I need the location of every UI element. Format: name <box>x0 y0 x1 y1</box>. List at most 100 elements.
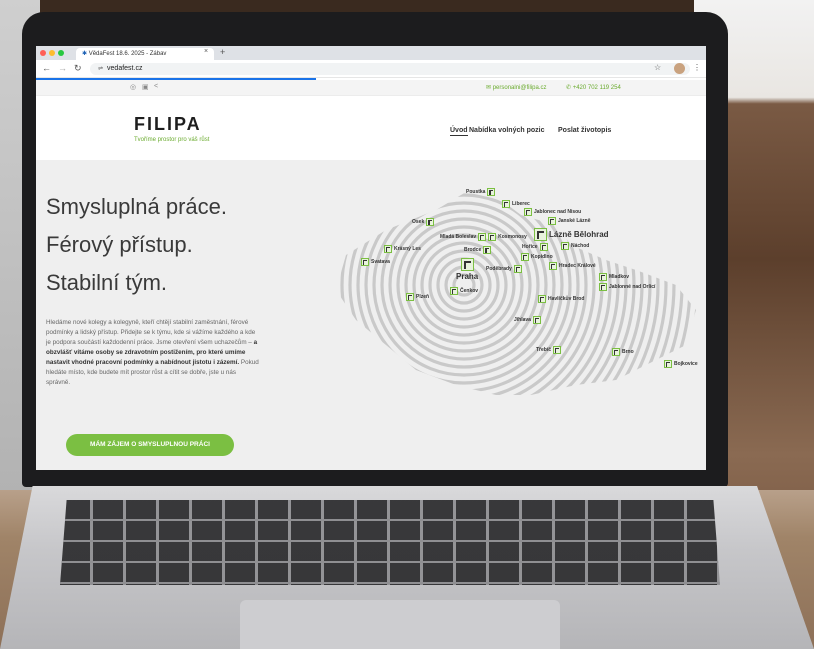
filipa-marker-icon <box>538 295 546 303</box>
map-city[interactable]: Mladá Boleslav Kosmonosy <box>440 233 527 241</box>
city-label: Mladá Boleslav <box>440 234 477 240</box>
map-city[interactable]: Náchod <box>561 242 589 250</box>
hero-section: Smysluplná práce. Férový přístup. Stabil… <box>36 160 706 470</box>
site-info-icon[interactable]: ⇌ <box>98 66 103 72</box>
map-city[interactable]: Hradec Králové <box>549 262 596 270</box>
map-city[interactable]: Jablonné nad Orlicí <box>599 283 655 291</box>
city-label: Liberec <box>512 201 530 207</box>
hero-headline-2: Férový přístup. <box>46 232 193 257</box>
city-label: Praha <box>456 272 479 281</box>
filipa-marker-icon <box>483 246 492 254</box>
browser-toolbar: ← → ↻ ⇌ vedafest.cz ☆ ⋮ <box>36 60 706 78</box>
city-label: Osek <box>412 219 425 225</box>
filipa-marker-icon <box>502 200 510 208</box>
filipa-marker-icon <box>361 258 369 266</box>
city-label: Jablonné nad Orlicí <box>609 284 656 290</box>
hero-headline-3: Stabilní tým. <box>46 270 168 295</box>
cta-button[interactable]: MÁM ZÁJEM O SMYSLUPLNOU PRÁCI <box>66 434 234 456</box>
laptop-keyboard-rows <box>60 500 720 585</box>
map-city[interactable]: Bojkovice <box>664 360 698 368</box>
hero-headline-1: Smysluplná práce. <box>46 194 227 219</box>
filipa-marker-icon <box>384 245 392 253</box>
map-city[interactable]: Osek <box>412 218 435 226</box>
map-city[interactable]: Mladkov <box>599 273 629 281</box>
forward-icon[interactable]: → <box>58 63 67 73</box>
filipa-marker-icon <box>612 348 620 356</box>
map-city[interactable]: Jablonec nad Nisou <box>524 208 581 216</box>
filipa-marker-icon <box>487 188 496 196</box>
filipa-marker-icon <box>561 242 569 250</box>
filipa-marker-icon <box>599 283 607 291</box>
city-label: Havlíčkův Brod <box>548 296 585 302</box>
map-city[interactable]: Liberec <box>502 200 530 208</box>
city-label: Krásný Les <box>394 246 421 252</box>
address-bar[interactable]: ⇌ vedafest.cz <box>90 63 690 75</box>
map-city[interactable]: Plzeň <box>406 293 429 301</box>
new-tab-icon[interactable]: + <box>220 47 225 57</box>
city-label: Hradec Králové <box>559 263 596 269</box>
back-icon[interactable]: ← <box>42 63 51 73</box>
filipa-marker-icon <box>406 293 414 301</box>
city-label: Brno <box>622 349 634 355</box>
tab-close-icon[interactable]: × <box>204 48 208 55</box>
filipa-marker-icon <box>539 243 548 251</box>
filipa-marker-icon <box>664 360 672 368</box>
window-minimize-icon[interactable] <box>49 50 55 56</box>
map-city[interactable]: Poustka <box>466 188 496 196</box>
map-city[interactable]: Poděbrady <box>486 265 522 273</box>
filipa-marker-icon <box>553 346 562 354</box>
filipa-marker-icon <box>450 287 458 295</box>
reload-icon[interactable]: ↻ <box>74 63 82 74</box>
map-city[interactable]: Brno <box>612 348 634 356</box>
map-city[interactable]: Třebíč <box>536 346 562 354</box>
map-city[interactable]: Čenkov <box>450 287 478 295</box>
map-city[interactable]: Janské Lázně <box>548 217 591 225</box>
map-city[interactable]: Krásný Les <box>384 245 421 253</box>
map-city[interactable]: Havlíčkův Brod <box>538 295 584 303</box>
map-city[interactable]: Svatava <box>361 258 390 266</box>
share-icon[interactable]: < <box>154 83 158 90</box>
map-city[interactable]: Lázně Bělohrad <box>534 228 609 241</box>
city-label: Třebíč <box>536 347 552 353</box>
nav-link-uvod[interactable]: Úvod <box>450 127 468 136</box>
linkedin-icon[interactable]: ▣ <box>142 83 149 91</box>
city-label: Jihlava <box>514 317 531 323</box>
filipa-marker-icon <box>478 233 487 241</box>
map-city[interactable]: Jihlava <box>514 316 541 324</box>
site-logo[interactable]: FILIPA <box>134 114 202 135</box>
browser-menu-icon[interactable]: ⋮ <box>693 63 701 72</box>
profile-avatar[interactable] <box>674 63 685 74</box>
window-close-icon[interactable] <box>40 50 46 56</box>
map-city[interactable]: Kopidlno <box>521 253 553 261</box>
map-city-praha[interactable]: Praha <box>456 258 478 281</box>
filipa-marker-icon <box>488 233 497 241</box>
hero-paragraph: Hledáme nové kolegy a kolegyně, kteří ch… <box>46 318 261 388</box>
city-label: Poděbrady <box>486 266 512 272</box>
filipa-marker-icon <box>532 316 541 324</box>
nav-link-zivotopis[interactable]: Poslat životopis <box>558 127 611 134</box>
city-label: Janské Lázně <box>558 218 591 224</box>
window-zoom-icon[interactable] <box>58 50 64 56</box>
map-city[interactable]: Hořice <box>522 243 548 251</box>
contact-phone-link[interactable]: ✆ +420 702 119 254 <box>566 84 621 91</box>
filipa-marker-icon <box>460 258 474 271</box>
city-label: Kosmonosy <box>498 234 527 240</box>
bookmark-star-icon[interactable]: ☆ <box>654 63 661 72</box>
site-header: FILIPA Tvoříme prostor pro váš růst Úvod… <box>36 96 706 160</box>
filipa-marker-icon <box>426 218 435 226</box>
email-text: personalni@filipa.cz <box>492 85 547 91</box>
nav-link-pozice[interactable]: Nabídka volných pozic <box>469 127 544 134</box>
map-city[interactable]: Brodce <box>464 246 492 254</box>
city-label: Mladkov <box>609 274 630 280</box>
phone-text: +420 702 119 254 <box>572 85 621 91</box>
contact-email-link[interactable]: ✉ personalni@filipa.cz <box>486 84 547 91</box>
filipa-marker-icon <box>549 262 557 270</box>
site-topbar: ◎ ▣ < ✉ personalni@filipa.cz ✆ +420 702 … <box>36 80 706 96</box>
city-label: Poustka <box>466 189 486 195</box>
city-label: Plzeň <box>416 294 430 300</box>
city-label: Hořice <box>522 244 538 250</box>
hero-paragraph-intro: Hledáme nové kolegy a kolegyně, kteří ch… <box>46 319 256 346</box>
browser-tab[interactable]: ✱ VědaFest 18.6. 2025 - Zábav <box>76 48 214 60</box>
instagram-icon[interactable]: ◎ <box>130 83 136 91</box>
site-tagline: Tvoříme prostor pro váš růst <box>134 137 210 143</box>
